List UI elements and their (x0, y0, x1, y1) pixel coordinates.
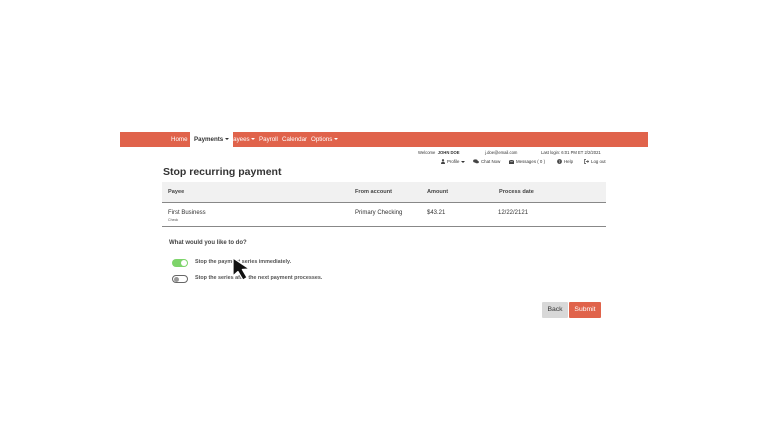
profile-menu[interactable]: Profile (441, 159, 466, 164)
chevron-down-icon (333, 138, 338, 140)
nav-options-label: Options (311, 136, 333, 143)
submit-button[interactable]: Submit (569, 302, 601, 318)
help-icon: ? (557, 159, 562, 164)
nav-payroll[interactable]: Payroll (259, 132, 278, 147)
chat-now-label: Chat Now (481, 159, 501, 164)
back-button[interactable]: Back (542, 302, 568, 318)
logout-label: Log out (591, 159, 606, 164)
logout-icon (584, 159, 589, 164)
nav-payments[interactable]: Payments (190, 132, 233, 147)
envelope-icon (509, 159, 514, 164)
chevron-down-icon (461, 160, 466, 163)
chevron-down-icon (251, 138, 256, 140)
welcome-prefix: Welcome (418, 150, 436, 155)
process-date-value: 12/22/2121 (498, 210, 529, 216)
profile-label: Profile (447, 159, 460, 164)
nav-payees-label: Payees (229, 136, 250, 143)
payee-name: First Business (168, 210, 206, 216)
nav-home[interactable]: Home (171, 132, 188, 147)
nav-calendar[interactable]: Calendar (282, 132, 307, 147)
amount-value: $43.21 (427, 210, 446, 216)
toggle-knob (174, 276, 179, 282)
header-process-date: Process date (499, 189, 534, 195)
stop-immediately-toggle[interactable] (172, 259, 188, 267)
table-row: First Business Check Primary Checking $4… (162, 203, 606, 227)
header-amount: Amount (427, 189, 449, 195)
nav-options[interactable]: Options (311, 132, 338, 147)
last-login: Last login: 6:01 PM ET 2/2/2021 (541, 150, 601, 155)
svg-text:?: ? (558, 159, 560, 164)
mouse-cursor-icon (232, 257, 251, 281)
messages-label: Messages ( 0 ) (516, 159, 546, 164)
page-title: Stop recurring payment (163, 166, 282, 178)
user-name: JOHN DOE (437, 150, 460, 155)
messages-link[interactable]: Messages ( 0 ) (509, 159, 545, 164)
nav-payees[interactable]: Payees (229, 132, 256, 147)
help-link[interactable]: ? Help (557, 159, 573, 164)
help-label: Help (564, 159, 574, 164)
from-account-value: Primary Checking (355, 210, 403, 216)
toggle-knob (180, 260, 187, 266)
options-question: What would you like to do? (169, 240, 247, 246)
chat-icon (473, 159, 479, 164)
nav-payments-label: Payments (194, 136, 224, 143)
payment-table-header: Payee From account Amount Process date (162, 182, 606, 203)
chat-now-link[interactable]: Chat Now (473, 159, 500, 164)
payee-type: Check (168, 218, 179, 222)
header-from-account: From account (355, 189, 392, 195)
stop-after-next-toggle[interactable] (172, 275, 188, 283)
logout-link[interactable]: Log out (584, 159, 606, 164)
stop-after-next-label[interactable]: Stop the series after the next payment p… (195, 275, 322, 281)
user-email: j.doe@email.com (485, 150, 518, 155)
welcome-text: Welcome JOHN DOE (418, 150, 460, 155)
user-icon (441, 159, 445, 164)
header-payee: Payee (168, 189, 185, 195)
main-navbar: Home Payments Payees Payroll Calendar Op… (120, 132, 648, 147)
